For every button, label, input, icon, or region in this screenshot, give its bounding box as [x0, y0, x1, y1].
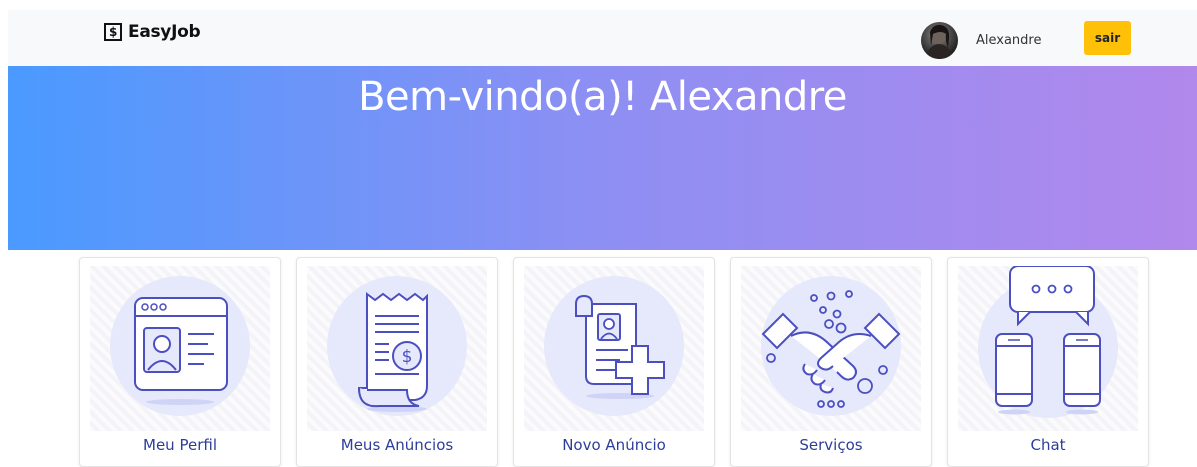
card-label: Chat: [1030, 436, 1066, 454]
welcome-title: Bem-vindo(a)! Alexandre: [358, 74, 847, 120]
card-meu-perfil[interactable]: Meu Perfil: [79, 257, 281, 467]
welcome-banner: Bem-vindo(a)! Alexandre: [8, 66, 1197, 250]
logout-button[interactable]: sair: [1084, 21, 1131, 55]
card-label: Serviços: [799, 436, 863, 454]
brand-name: EasyJob: [128, 22, 201, 42]
card-meus-anuncios[interactable]: $ Meus Anúncios: [296, 257, 498, 467]
profile-window-icon: [90, 266, 270, 431]
svg-text:$: $: [402, 347, 413, 367]
brand-logo[interactable]: $ EasyJob: [104, 22, 201, 42]
new-document-plus-icon: [524, 266, 704, 431]
navbar: $ EasyJob Alexandre sair: [8, 10, 1197, 66]
dollar-icon: $: [104, 23, 122, 41]
card-servicos[interactable]: Serviços: [730, 257, 932, 467]
card-label: Novo Anúncio: [562, 436, 666, 454]
card-label: Meu Perfil: [143, 436, 217, 454]
card-chat[interactable]: Chat: [947, 257, 1149, 467]
handshake-icon: [741, 266, 921, 431]
username: Alexandre: [976, 33, 1042, 48]
avatar[interactable]: [921, 22, 958, 59]
chat-phones-icon: [958, 266, 1138, 431]
card-label: Meus Anúncios: [340, 436, 454, 454]
card-novo-anuncio[interactable]: Novo Anúncio: [513, 257, 715, 467]
receipt-dollar-icon: $: [307, 266, 487, 431]
